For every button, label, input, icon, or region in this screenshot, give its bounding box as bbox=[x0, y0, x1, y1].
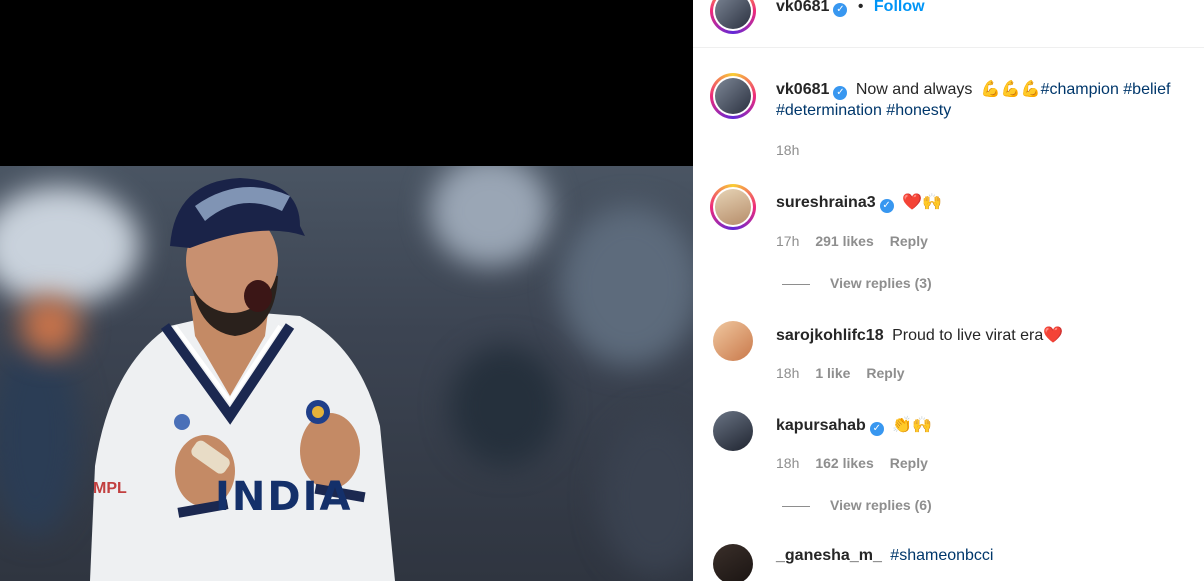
caption-text: Now and always bbox=[855, 81, 973, 98]
verified-badge-icon: ✓ bbox=[869, 422, 884, 436]
comment-time[interactable]: 17h bbox=[776, 233, 799, 249]
author-username[interactable]: vk0681 bbox=[776, 0, 829, 15]
sponsor-text: MPL bbox=[93, 480, 127, 497]
comment-avatar[interactable] bbox=[710, 184, 756, 230]
comment-2-meta: 18h 1 like Reply bbox=[776, 365, 921, 381]
post-photo[interactable]: INDIA MPL bbox=[0, 166, 693, 581]
caption-hashtags[interactable]: #champion #belief bbox=[1041, 81, 1171, 98]
caption-time[interactable]: 18h bbox=[776, 142, 799, 158]
caption-meta: 18h bbox=[776, 142, 815, 158]
header-separator: • bbox=[857, 0, 864, 15]
view-replies-label: View replies (6) bbox=[830, 497, 932, 513]
caption-emojis: 💪💪💪 bbox=[980, 81, 1041, 98]
comment-username[interactable]: _ganesha_m_ bbox=[776, 547, 882, 564]
comment-avatar[interactable] bbox=[713, 411, 753, 451]
view-replies-button[interactable]: View replies (6) bbox=[782, 497, 932, 513]
post-side-panel: vk0681 ✓ • Follow vk0681 ✓ Now and always … bbox=[693, 0, 1204, 581]
replies-line bbox=[782, 283, 810, 285]
comment-1-meta: 17h 291 likes Reply bbox=[776, 233, 944, 249]
verified-badge-icon: ✓ bbox=[879, 199, 894, 213]
comment-text[interactable]: #shameonbcci bbox=[890, 547, 993, 564]
caption-line-1: vk0681 ✓ Now and always 💪💪💪#champion #bel… bbox=[776, 79, 1170, 100]
comment-avatar[interactable] bbox=[713, 544, 753, 581]
comment-3: kapursahab ✓ 👏🙌 bbox=[776, 415, 932, 436]
comment-time[interactable]: 18h bbox=[776, 455, 799, 471]
comment-time[interactable]: 18h bbox=[776, 365, 799, 381]
comment-3-meta: 18h 162 likes Reply bbox=[776, 455, 944, 471]
comment-2: sarojkohlifc18 Proud to live virat era❤️ bbox=[776, 325, 1063, 345]
view-replies-button[interactable]: View replies (3) bbox=[782, 275, 932, 291]
comment-4: _ganesha_m_ #shameonbcci bbox=[776, 547, 993, 565]
caption-line-2: #determination #honesty bbox=[776, 102, 951, 120]
author-avatar[interactable] bbox=[710, 0, 756, 34]
comment-likes[interactable]: 162 likes bbox=[815, 455, 873, 471]
verified-badge-icon: ✓ bbox=[833, 86, 848, 100]
caption-avatar[interactable] bbox=[710, 73, 756, 119]
caption-username[interactable]: vk0681 bbox=[776, 81, 829, 98]
comment-likes[interactable]: 291 likes bbox=[815, 233, 873, 249]
post-header: vk0681 ✓ • Follow bbox=[776, 0, 925, 17]
verified-badge-icon: ✓ bbox=[833, 3, 848, 17]
post-media[interactable]: INDIA MPL bbox=[0, 0, 693, 581]
comment-emojis: ❤️ bbox=[1043, 327, 1064, 344]
comment-emojis: ❤️🙌 bbox=[902, 194, 942, 211]
comment-likes[interactable]: 1 like bbox=[815, 365, 850, 381]
follow-button[interactable]: Follow bbox=[874, 0, 925, 15]
jersey-text: INDIA bbox=[215, 474, 353, 520]
view-replies-label: View replies (3) bbox=[830, 275, 932, 291]
comment-text: Proud to live virat era bbox=[892, 327, 1044, 344]
reply-button[interactable]: Reply bbox=[890, 455, 928, 471]
caption-hashtags-2[interactable]: #determination #honesty bbox=[776, 102, 951, 119]
comment-1: sureshraina3 ✓ ❤️🙌 bbox=[776, 192, 942, 213]
replies-line bbox=[782, 505, 810, 507]
comment-username[interactable]: sarojkohlifc18 bbox=[776, 327, 884, 344]
reply-button[interactable]: Reply bbox=[890, 233, 928, 249]
reply-button[interactable]: Reply bbox=[866, 365, 904, 381]
comment-username[interactable]: sureshraina3 bbox=[776, 194, 876, 211]
header-divider bbox=[693, 47, 1204, 48]
comment-username[interactable]: kapursahab bbox=[776, 417, 866, 434]
comment-emojis: 👏🙌 bbox=[892, 417, 933, 434]
comment-avatar[interactable] bbox=[713, 321, 753, 361]
